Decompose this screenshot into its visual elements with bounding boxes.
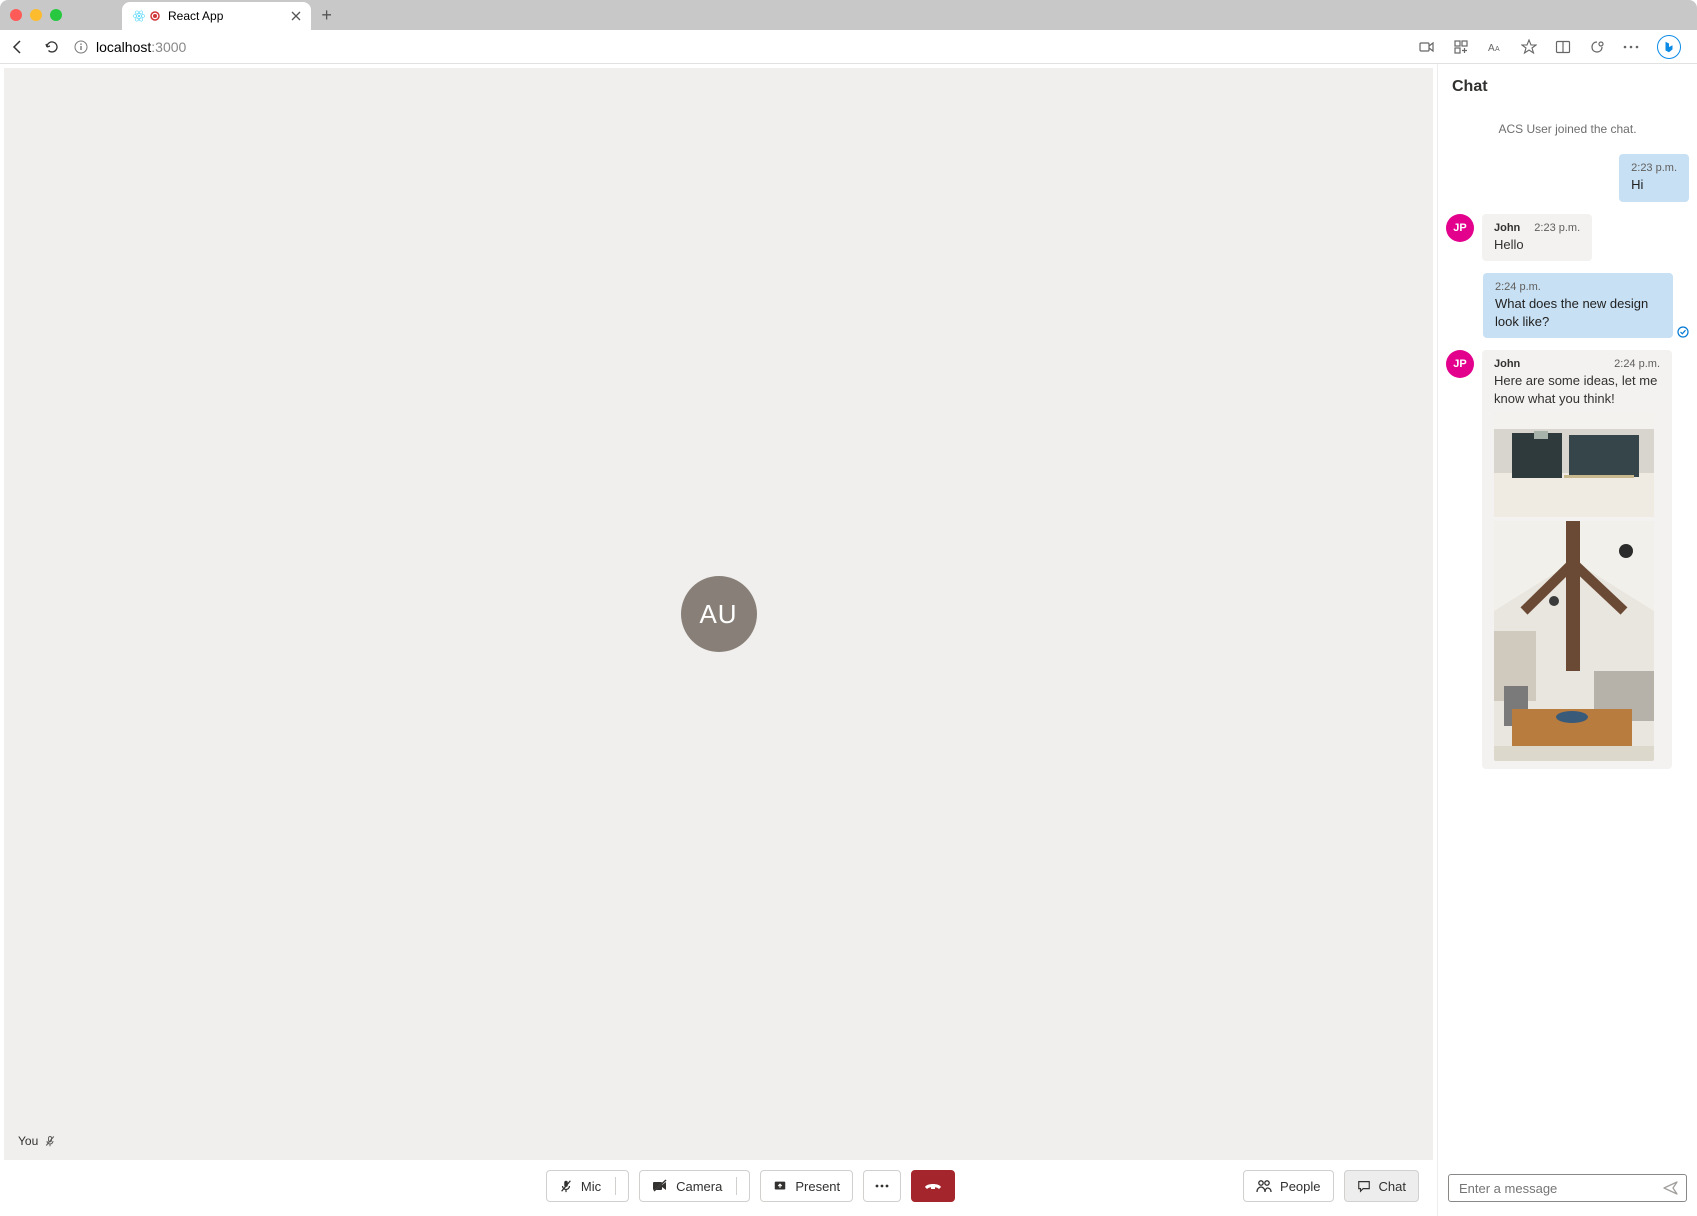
image-attachment[interactable] bbox=[1494, 413, 1654, 517]
message-sent: 2:24 p.m. What does the new design look … bbox=[1446, 273, 1689, 338]
ellipsis-icon bbox=[875, 1184, 889, 1188]
minimize-window-button[interactable] bbox=[30, 9, 42, 21]
close-window-button[interactable] bbox=[10, 9, 22, 21]
sender-avatar: JP bbox=[1446, 214, 1474, 242]
people-button[interactable]: People bbox=[1243, 1170, 1333, 1202]
participant-initials: AU bbox=[699, 599, 737, 630]
call-controls: Mic Camera Present bbox=[4, 1160, 1433, 1212]
svg-text:A: A bbox=[1488, 43, 1495, 54]
text-size-icon[interactable]: AA bbox=[1487, 39, 1503, 55]
mic-off-icon bbox=[559, 1179, 573, 1193]
self-video-label: You bbox=[18, 1134, 56, 1148]
chat-header: Chat bbox=[1438, 64, 1697, 104]
refresh-button[interactable] bbox=[44, 39, 60, 55]
react-favicon-icon bbox=[132, 9, 146, 23]
video-stage: AU You bbox=[4, 68, 1433, 1160]
url-host: localhost bbox=[96, 39, 151, 55]
share-screen-icon bbox=[773, 1179, 787, 1193]
hangup-button[interactable] bbox=[911, 1170, 955, 1202]
url-port: :3000 bbox=[151, 39, 186, 55]
chat-button[interactable]: Chat bbox=[1344, 1170, 1419, 1202]
close-tab-icon[interactable] bbox=[291, 11, 301, 21]
chat-stream[interactable]: ACS User joined the chat. 2:23 p.m. Hi J… bbox=[1438, 104, 1697, 1166]
chat-icon bbox=[1357, 1179, 1371, 1193]
send-button[interactable] bbox=[1662, 1179, 1680, 1197]
muted-mic-icon bbox=[44, 1135, 56, 1147]
read-receipt-icon bbox=[1677, 326, 1689, 338]
window-controls bbox=[10, 9, 62, 21]
camera-off-icon bbox=[652, 1179, 668, 1193]
browser-tab[interactable]: React App bbox=[122, 2, 311, 30]
hangup-icon bbox=[923, 1181, 943, 1191]
mic-button[interactable]: Mic bbox=[546, 1170, 629, 1202]
collections-icon[interactable] bbox=[1589, 39, 1605, 55]
system-message: ACS User joined the chat. bbox=[1446, 122, 1689, 136]
compose-area bbox=[1438, 1166, 1697, 1216]
camera-button[interactable]: Camera bbox=[639, 1170, 750, 1202]
message-received: JP John2:24 p.m. Here are some ideas, le… bbox=[1446, 350, 1689, 769]
address-bar: localhost:3000 AA bbox=[0, 30, 1697, 64]
message-sent: 2:23 p.m. Hi bbox=[1446, 154, 1689, 202]
extensions-icon[interactable] bbox=[1453, 39, 1469, 55]
tab-title: React App bbox=[168, 9, 223, 23]
split-screen-icon[interactable] bbox=[1555, 39, 1571, 55]
new-tab-button[interactable]: + bbox=[321, 5, 332, 26]
chat-panel: Chat ACS User joined the chat. 2:23 p.m.… bbox=[1437, 64, 1697, 1216]
sender-avatar: JP bbox=[1446, 350, 1474, 378]
url-input[interactable]: localhost:3000 bbox=[74, 39, 1419, 55]
message-received: JP John2:23 p.m. Hello bbox=[1446, 214, 1689, 262]
participant-avatar: AU bbox=[681, 576, 757, 652]
back-button[interactable] bbox=[10, 39, 26, 55]
more-icon[interactable] bbox=[1623, 39, 1639, 55]
recording-indicator-icon bbox=[150, 11, 160, 21]
send-icon bbox=[1662, 1179, 1680, 1197]
browser-tab-strip: React App + bbox=[0, 0, 1697, 30]
video-capture-icon[interactable] bbox=[1419, 39, 1435, 55]
svg-text:A: A bbox=[1495, 46, 1500, 53]
video-panel: AU You Mic Camera bbox=[0, 64, 1437, 1216]
present-button[interactable]: Present bbox=[760, 1170, 853, 1202]
site-info-icon[interactable] bbox=[74, 40, 88, 54]
image-attachment[interactable] bbox=[1494, 521, 1654, 761]
people-icon bbox=[1256, 1179, 1272, 1193]
message-input[interactable] bbox=[1459, 1181, 1662, 1196]
maximize-window-button[interactable] bbox=[50, 9, 62, 21]
favorites-icon[interactable] bbox=[1521, 39, 1537, 55]
more-actions-button[interactable] bbox=[863, 1170, 901, 1202]
copilot-icon[interactable] bbox=[1657, 35, 1681, 59]
